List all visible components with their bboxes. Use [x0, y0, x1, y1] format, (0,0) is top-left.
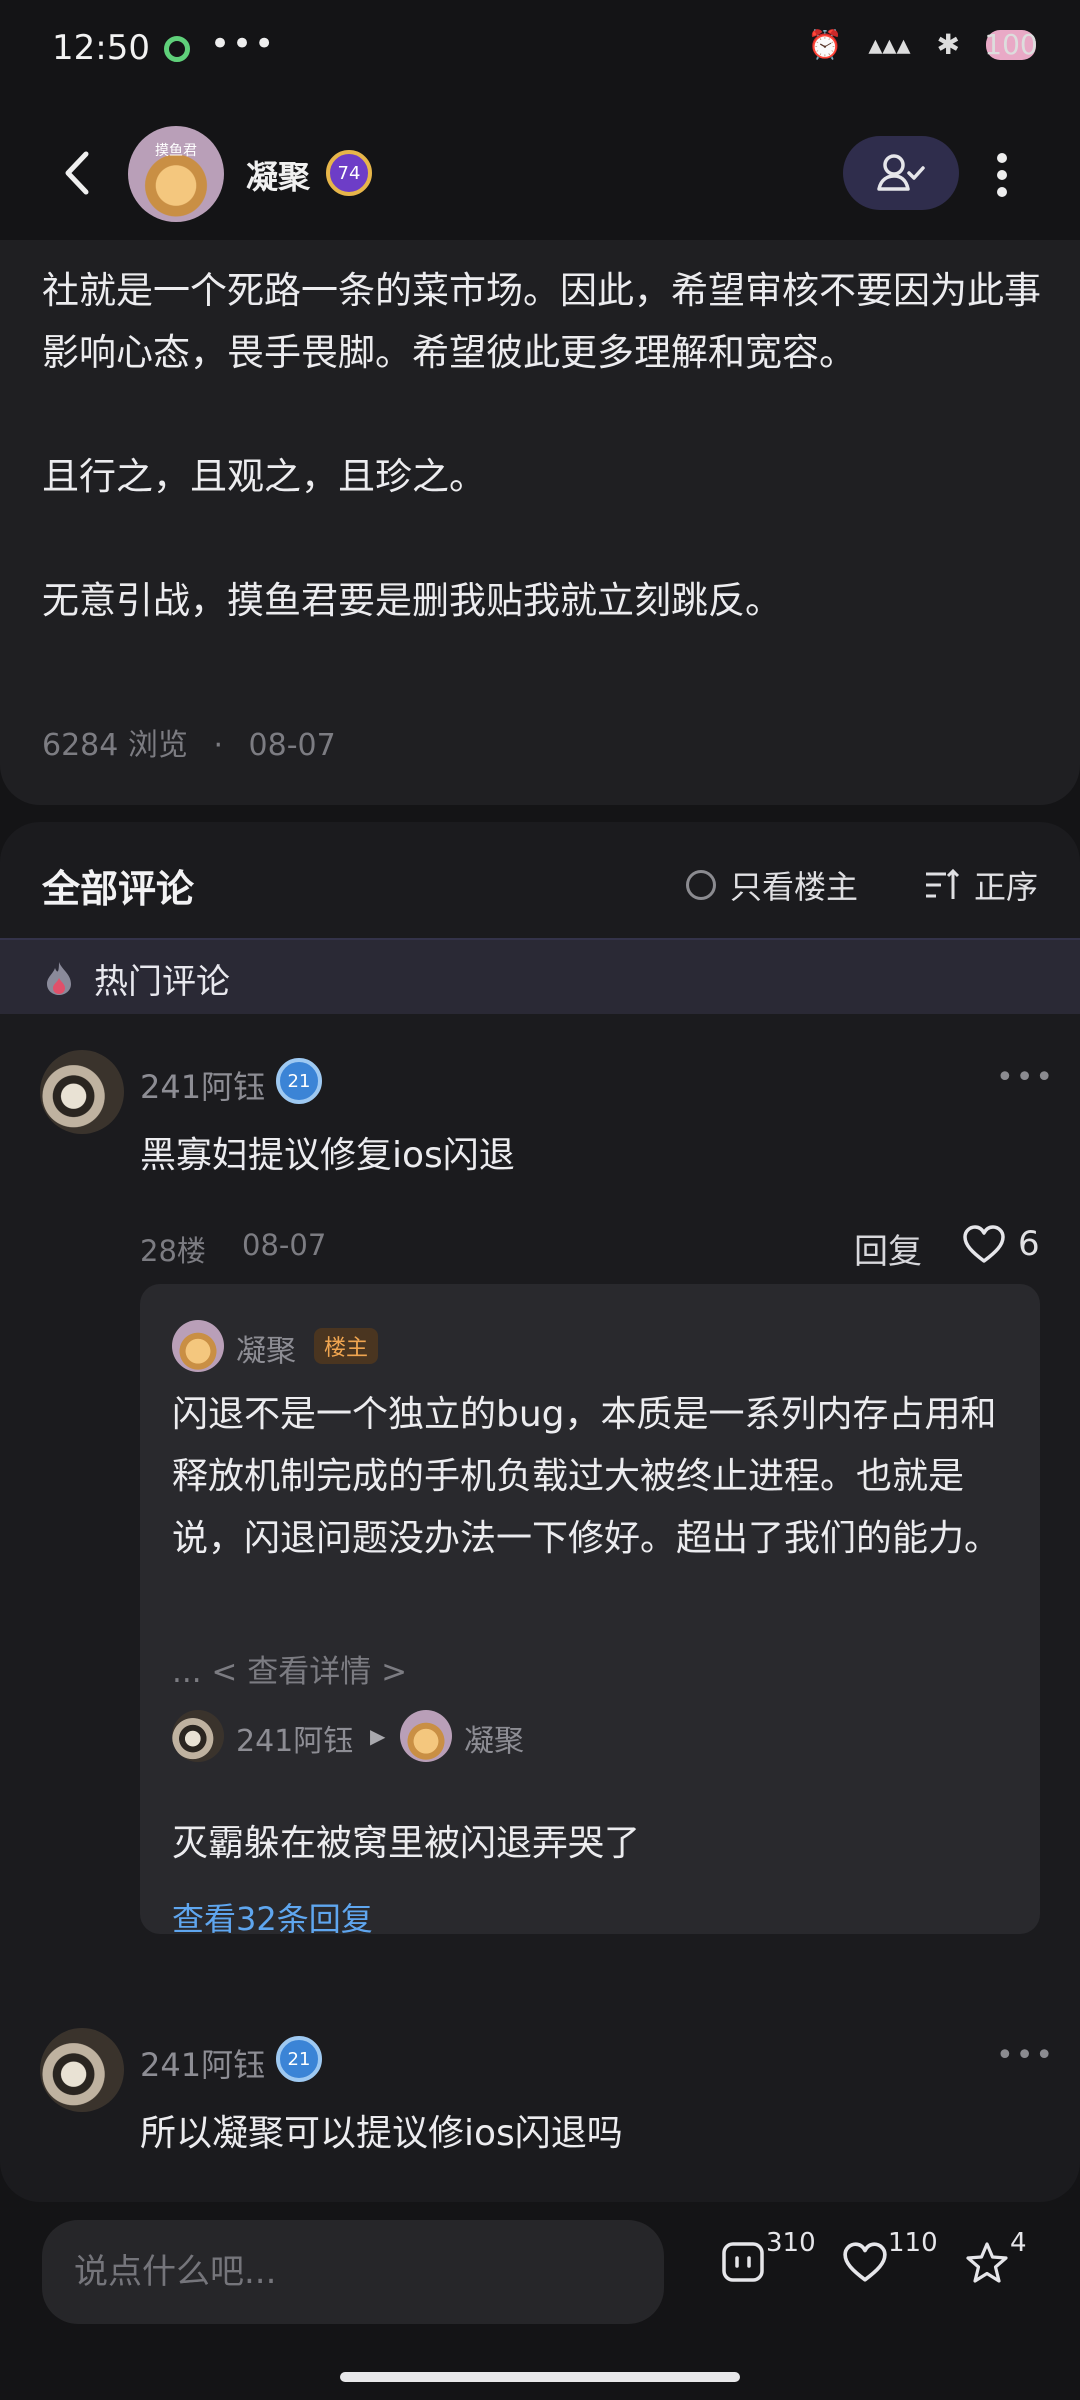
- post-views: 6284 浏览: [42, 728, 188, 763]
- comment-more-icon[interactable]: •••: [996, 1060, 1055, 1095]
- sub-reply-avatar[interactable]: [172, 1710, 224, 1762]
- favorite-action[interactable]: 4: [964, 2228, 1027, 2300]
- star-icon: [966, 2242, 1008, 2283]
- battery-icon: 100: [984, 28, 1038, 61]
- favorites-count: 4: [1010, 2228, 1027, 2258]
- commenter-name[interactable]: 241阿钰: [140, 2040, 265, 2086]
- hot-comments-label: 热门评论: [94, 962, 230, 1002]
- commenter-avatar[interactable]: [40, 1050, 124, 1134]
- level-badge: 74: [326, 150, 372, 196]
- alarm-icon: ⏰: [807, 28, 843, 61]
- like-button[interactable]: 6: [962, 1224, 1040, 1264]
- more-vertical-icon[interactable]: [982, 150, 1022, 200]
- heart-icon: [963, 1225, 1005, 1263]
- post-meta: 6284 浏览 · 08-07: [42, 720, 336, 764]
- comment-icon: [722, 2242, 764, 2282]
- status-more-icon: •••: [210, 24, 277, 64]
- like-count: 6: [1018, 1224, 1040, 1264]
- reply-arrow-icon: ▶: [370, 1724, 386, 1748]
- only-op-toggle[interactable]: 只看楼主: [686, 862, 858, 908]
- hot-comments-bar: 热门评论: [0, 938, 1080, 1014]
- replies-box: 凝聚 楼主 闪退不是一个独立的bug，本质是一系列内存占用和释放机制完成的手机负…: [140, 1284, 1040, 1938]
- commenter-name[interactable]: 241阿钰: [140, 1062, 265, 1108]
- home-indicator[interactable]: [340, 2372, 740, 2382]
- avatar-caption: 摸鱼君: [155, 143, 197, 159]
- view-details-link[interactable]: ... < 查看详情 >: [172, 1646, 407, 1691]
- post-card: 社就是一个死路一条的菜市场。因此，希望审核不要因为此事影响心态，畏手畏脚。希望彼…: [0, 240, 1080, 805]
- comment-input[interactable]: [42, 2220, 664, 2324]
- comment-date: 08-07: [242, 1228, 327, 1262]
- user-check-icon: [877, 154, 925, 191]
- sort-label: 正序: [974, 868, 1039, 906]
- sub-reply-to-avatar[interactable]: [400, 1710, 452, 1762]
- commenter-badge: 21: [276, 1058, 322, 1104]
- comment-floor: 28楼: [140, 1234, 206, 1268]
- meta-separator: ·: [213, 728, 223, 763]
- heart-icon: [843, 2242, 887, 2282]
- post-body: 社就是一个死路一条的菜市场。因此，希望审核不要因为此事影响心态，畏手畏脚。希望彼…: [42, 269, 1041, 622]
- radio-icon: [686, 870, 716, 900]
- post-date: 08-07: [248, 728, 336, 763]
- sub-reply-to[interactable]: 凝聚: [464, 1716, 524, 1760]
- sub-reply-from[interactable]: 241阿钰: [236, 1716, 353, 1760]
- op-reply-text: 闪退不是一个独立的bug，本质是一系列内存占用和释放机制完成的手机负载过大被终止…: [172, 1394, 1001, 1559]
- sort-icon: [926, 868, 960, 899]
- author-avatar[interactable]: 摸鱼君: [128, 126, 224, 222]
- followed-button[interactable]: [843, 136, 959, 210]
- commenter-avatar[interactable]: [40, 2028, 124, 2112]
- view-more-replies-link[interactable]: 查看32条回复: [172, 1894, 373, 1940]
- top-header: 摸鱼君 凝聚 74: [0, 110, 1080, 240]
- status-bar: 12:50 ••• ⏰ ▴▴▴ ✱ 100: [0, 0, 1080, 100]
- likes-count: 110: [888, 2228, 938, 2258]
- status-icons: ⏰ ▴▴▴ ✱ 100: [807, 28, 1038, 61]
- comments-count: 310: [766, 2228, 816, 2258]
- comment-text: 所以凝聚可以提议修ios闪退吗: [140, 2113, 623, 2154]
- comment-more-icon[interactable]: •••: [996, 2038, 1055, 2073]
- signal-icon: ▴▴▴: [868, 28, 911, 61]
- status-time: 12:50: [52, 28, 150, 68]
- only-op-label: 只看楼主: [730, 868, 859, 906]
- author-name[interactable]: 凝聚: [246, 152, 310, 198]
- comments-action[interactable]: 310: [720, 2228, 816, 2300]
- commenter-badge: 21: [276, 2036, 322, 2082]
- likes-action[interactable]: 110: [842, 2228, 938, 2300]
- op-avatar[interactable]: [172, 1320, 224, 1372]
- sub-reply-text: 灭霸躲在被窝里被闪退弄哭了: [172, 1823, 641, 1864]
- bottom-bar: 310 110 4: [0, 2202, 1080, 2400]
- op-tag: 楼主: [314, 1328, 379, 1364]
- wifi-icon: ✱: [936, 28, 960, 61]
- reply-button[interactable]: 回复: [854, 1224, 922, 1273]
- comments-title: 全部评论: [42, 867, 195, 911]
- fire-icon: [47, 962, 71, 995]
- op-name[interactable]: 凝聚: [236, 1326, 296, 1370]
- app-indicator-icon: [164, 36, 190, 62]
- comment-input-box[interactable]: [42, 2220, 664, 2324]
- comments-section: 全部评论 只看楼主 正序 热门评论 241阿钰 21 ••• 黑寡妇提议修复io…: [0, 822, 1080, 2202]
- comment-text: 黑寡妇提议修复ios闪退: [140, 1135, 515, 1176]
- sort-toggle[interactable]: 正序: [924, 862, 1038, 908]
- back-icon[interactable]: [54, 148, 104, 198]
